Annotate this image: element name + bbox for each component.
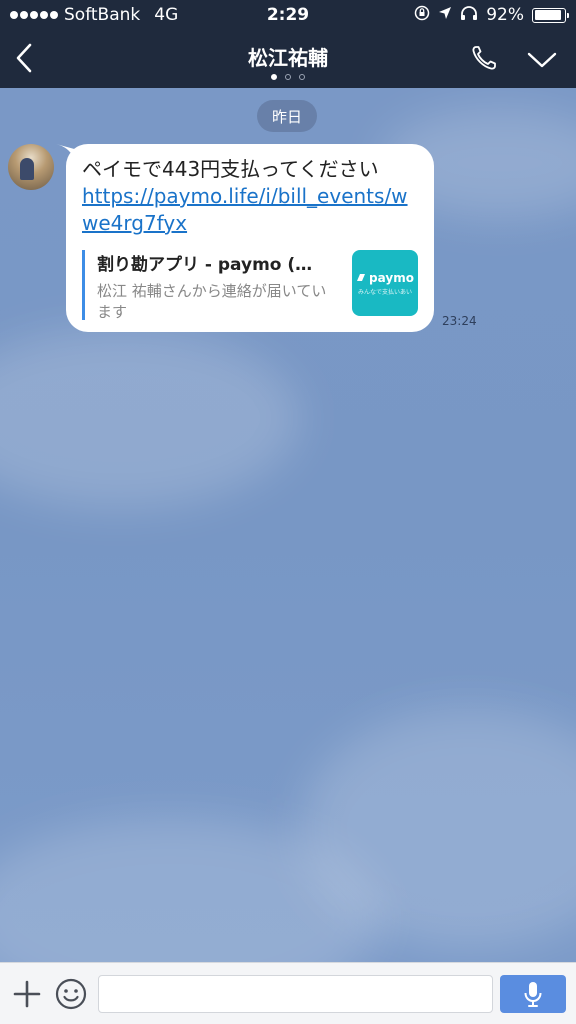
paymo-logo-text: paymo <box>369 270 414 285</box>
message-timestamp: 23:24 <box>442 314 477 328</box>
bubble-tail <box>56 144 78 158</box>
preview-title: 割り勘アプリ - paymo (… <box>97 255 313 275</box>
network-type: 4G <box>154 5 179 25</box>
back-button[interactable] <box>6 38 42 78</box>
voice-message-button[interactable] <box>500 975 566 1013</box>
attach-button[interactable] <box>10 977 44 1011</box>
microphone-icon <box>524 982 542 1007</box>
status-bar: SoftBank 4G 2:29 92% <box>0 0 576 30</box>
back-chevron-icon <box>16 43 32 73</box>
chat-area[interactable]: 昨日 ペイモで443円支払ってください https://paymo.life/i… <box>0 88 576 962</box>
headphones-icon <box>460 5 478 26</box>
avatar[interactable] <box>8 144 54 190</box>
battery-icon <box>532 7 569 23</box>
preview-thumbnail: paymo みんなで支払いあい <box>352 250 418 316</box>
battery-percent: 92% <box>486 5 524 25</box>
date-separator: 昨日 <box>257 100 317 132</box>
cloud-decoration <box>0 328 300 508</box>
chevron-down-icon <box>527 52 557 68</box>
page-dot <box>271 74 277 80</box>
page-dot <box>285 74 291 80</box>
message-text: ペイモで443円支払ってください <box>82 157 379 181</box>
plus-icon <box>13 980 41 1008</box>
paymo-mark-icon <box>357 274 366 281</box>
phone-icon <box>472 46 496 70</box>
paymo-logo: paymo <box>356 271 414 285</box>
rotation-lock-icon <box>414 5 430 26</box>
page-dot <box>299 74 305 80</box>
input-bar <box>0 962 576 1024</box>
emoji-icon <box>55 978 87 1010</box>
paymo-tagline: みんなで支払いあい <box>357 288 412 296</box>
menu-toggle-button[interactable] <box>524 42 560 78</box>
call-button[interactable] <box>466 40 502 76</box>
message-input[interactable] <box>98 975 493 1013</box>
message-bubble[interactable]: ペイモで443円支払ってください https://paymo.life/i/bi… <box>56 144 434 332</box>
carrier-name: SoftBank <box>64 5 141 25</box>
emoji-button[interactable] <box>54 977 88 1011</box>
message-link[interactable]: https://paymo.life/i/bill_events/wwe4rg7… <box>82 183 418 237</box>
preview-description: 松江 祐輔さんから連絡が届いています <box>97 282 327 321</box>
link-preview-card[interactable]: 割り勘アプリ - paymo (… 松江 祐輔さんから連絡が届いています pay… <box>82 250 418 321</box>
location-arrow-icon <box>438 5 452 25</box>
chat-header: 松江祐輔 <box>0 30 576 88</box>
signal-strength-icon <box>10 11 58 19</box>
